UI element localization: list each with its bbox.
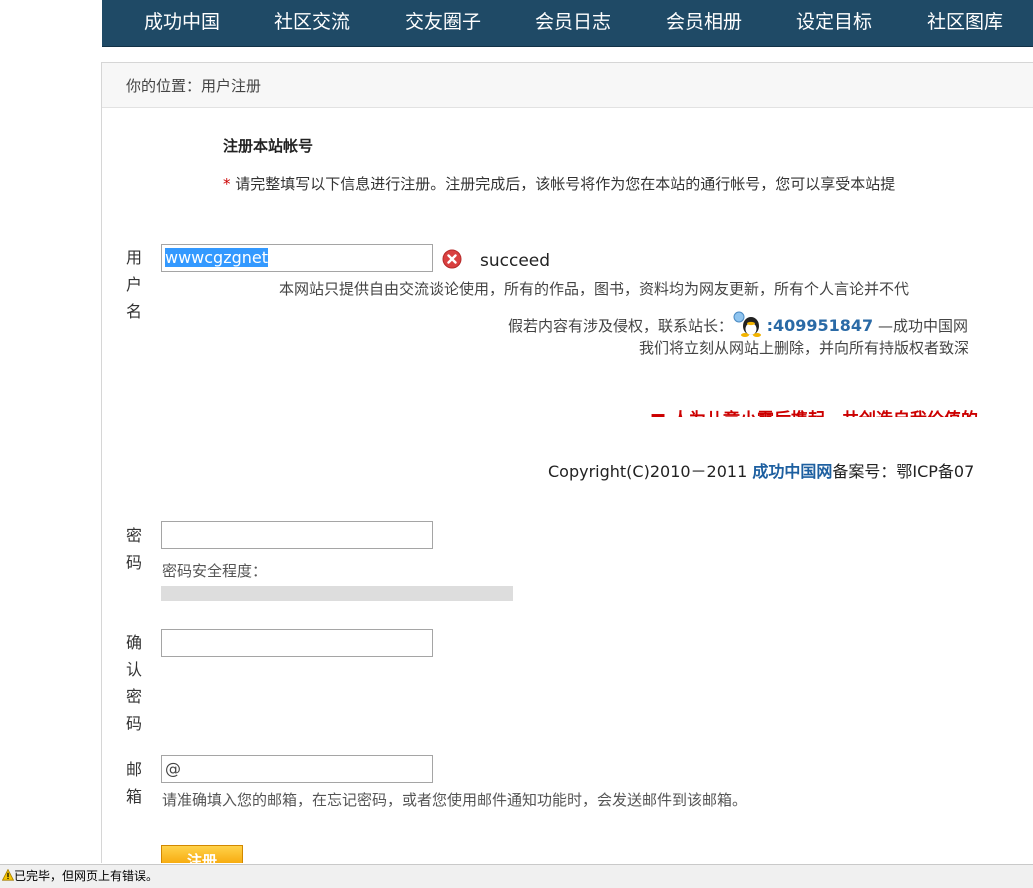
browser-status-bar: 已完毕，但网页上有错误。 <box>0 864 1033 888</box>
password-strength-label: 密码安全程度： <box>162 562 268 580</box>
disclaimer-site-name: —成功中国网 <box>873 317 968 335</box>
breadcrumb: 你的位置：用户注册 <box>102 63 1033 108</box>
error-x-icon <box>442 249 462 269</box>
copyright-prefix: Copyright(C)2010－2011 <box>548 462 753 481</box>
copyright-line: Copyright(C)2010－2011 成功中国网备案号：鄂ICP备07 <box>548 458 974 482</box>
disclaimer-contact-prefix: 假若内容有涉及侵权，联系站长： <box>508 317 734 335</box>
nav-item-member-blog[interactable]: 会员日志 <box>535 0 611 46</box>
email-label: 邮箱 <box>125 760 142 806</box>
register-button[interactable]: 注册 <box>161 845 243 863</box>
username-value: wwwcgzgnet <box>165 248 269 267</box>
nav-item-success-china[interactable]: 成功中国 <box>144 0 220 46</box>
nav-item-member-album[interactable]: 会员相册 <box>666 0 742 46</box>
disclaimer-line-2: 假若内容有涉及侵权，联系站长： :409951847 —成功中国网 <box>508 311 968 337</box>
form-heading: 注册本站帐号 <box>223 137 314 155</box>
nav-item-gallery[interactable]: 社区图库 <box>927 0 1003 46</box>
required-star: * <box>223 175 231 193</box>
top-nav: 成功中国 社区交流 交友圈子 会员日志 会员相册 设定目标 社区图库 <box>102 0 1033 47</box>
username-input[interactable]: wwwcgzgnet <box>161 244 433 272</box>
password-label: 密码 <box>125 526 142 572</box>
form-note-text: 请完整填写以下信息进行注册。注册完成后，该帐号将作为您在本站的通行帐号，您可以享… <box>230 175 896 193</box>
red-banner-text: ■ 人为儿童小霸后携起，共创造自我价值的 <box>650 405 978 417</box>
status-text: 已完毕，但网页上有错误。 <box>14 869 159 883</box>
email-input[interactable]: @ <box>161 755 433 783</box>
confirm-password-input[interactable] <box>161 629 433 657</box>
nav-item-friends[interactable]: 交友圈子 <box>405 0 481 46</box>
warning-icon <box>2 869 14 881</box>
username-status: succeed <box>480 251 551 271</box>
nav-item-set-goal[interactable]: 设定目标 <box>796 0 872 46</box>
copyright-suffix: 备案号：鄂ICP备07 <box>832 462 975 481</box>
qq-icon <box>733 311 761 337</box>
copyright-brand-link[interactable]: 成功中国网 <box>752 462 832 481</box>
email-hint: 请准确填入您的邮箱，在忘记密码，或者您使用邮件通知功能时，会发送邮件到该邮箱。 <box>162 791 748 809</box>
registration-panel: 你的位置：用户注册 注册本站帐号 * 请完整填写以下信息进行注册。注册完成后，该… <box>101 62 1033 863</box>
form-note: * 请完整填写以下信息进行注册。注册完成后，该帐号将作为您在本站的通行帐号，您可… <box>223 173 895 194</box>
qq-number-link[interactable]: :409951847 <box>767 316 874 335</box>
nav-item-community[interactable]: 社区交流 <box>274 0 350 46</box>
disclaimer-line-3: 我们将立刻从网站上删除，并向所有持版权者致深 <box>639 339 970 357</box>
username-label: 用户名 <box>125 248 142 321</box>
password-input[interactable] <box>161 521 433 549</box>
disclaimer-line-1: 本网站只提供自由交流谈论使用，所有的作品，图书，资料均为网友更新，所有个人言论并… <box>279 280 910 298</box>
breadcrumb-text: 你的位置：用户注册 <box>126 77 262 95</box>
email-value: @ <box>165 759 181 778</box>
confirm-password-label: 确认密码 <box>125 633 142 733</box>
password-strength-meter <box>161 586 513 601</box>
